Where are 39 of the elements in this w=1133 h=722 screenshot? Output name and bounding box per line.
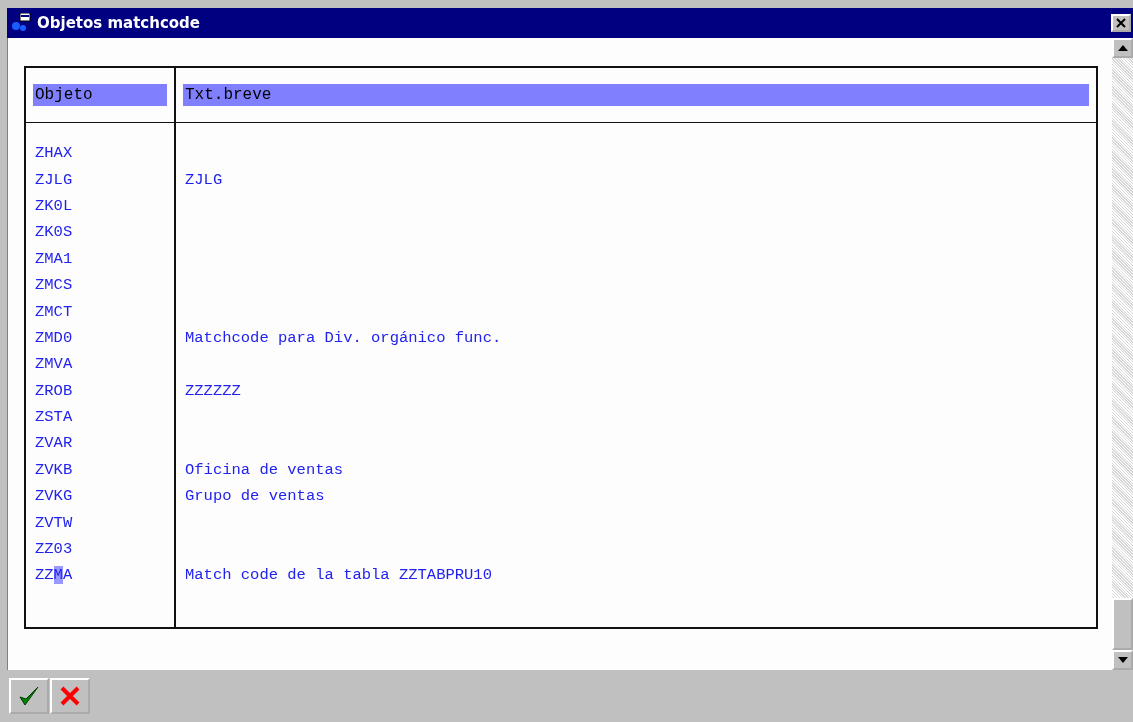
- cancel-button[interactable]: [50, 678, 90, 714]
- object-cell[interactable]: ZMA1: [35, 249, 73, 268]
- down-arrow-icon: [1117, 657, 1128, 663]
- description-cell: Oficina de ventas: [185, 460, 344, 479]
- object-cell[interactable]: ZVKB: [35, 460, 73, 479]
- column-header[interactable]: Objeto: [33, 84, 167, 106]
- column-header[interactable]: Txt.breve: [183, 84, 1089, 106]
- object-cell[interactable]: ZJLG: [35, 170, 73, 189]
- object-cell[interactable]: ZVTW: [35, 513, 73, 532]
- object-cell[interactable]: ZZMA: [35, 566, 73, 585]
- scroll-down-button[interactable]: [1112, 650, 1133, 670]
- object-cell[interactable]: ZSTA: [35, 408, 73, 427]
- close-button[interactable]: [1111, 14, 1131, 32]
- object-cell[interactable]: ZK0L: [35, 196, 73, 215]
- object-cell[interactable]: ZK0S: [35, 223, 73, 242]
- description-cell: ZZZZZZ: [185, 381, 241, 400]
- scroll-up-button[interactable]: [1112, 38, 1133, 58]
- scroll-thumb[interactable]: [1112, 598, 1133, 650]
- object-cell[interactable]: ZVAR: [35, 434, 73, 453]
- checkmark-icon: [17, 684, 41, 708]
- description-cell: ZJLG: [185, 170, 223, 189]
- object-cell[interactable]: ZZ03: [35, 540, 73, 559]
- window-title: Objetos matchcode: [37, 14, 201, 32]
- description-cell: Matchcode para Div. orgánico func.: [185, 328, 502, 347]
- object-cell[interactable]: ZMD0: [35, 328, 73, 347]
- object-cell[interactable]: ZMVA: [35, 355, 73, 374]
- up-arrow-icon: [1117, 45, 1128, 51]
- scrollbar[interactable]: [1112, 38, 1133, 670]
- object-cell[interactable]: ZMCT: [35, 302, 73, 321]
- confirm-button[interactable]: [9, 678, 49, 714]
- cross-icon: [58, 684, 82, 708]
- object-cell[interactable]: ZVKG: [35, 487, 73, 506]
- object-cell[interactable]: ZROB: [35, 381, 73, 400]
- app-icon: [11, 13, 33, 33]
- description-cell: Match code de la tabla ZZTABPRU10: [185, 566, 492, 585]
- close-icon: [1115, 17, 1127, 29]
- description-cell: Grupo de ventas: [185, 487, 325, 506]
- object-cell[interactable]: ZMCS: [35, 276, 73, 295]
- object-cell[interactable]: ZHAX: [35, 144, 73, 163]
